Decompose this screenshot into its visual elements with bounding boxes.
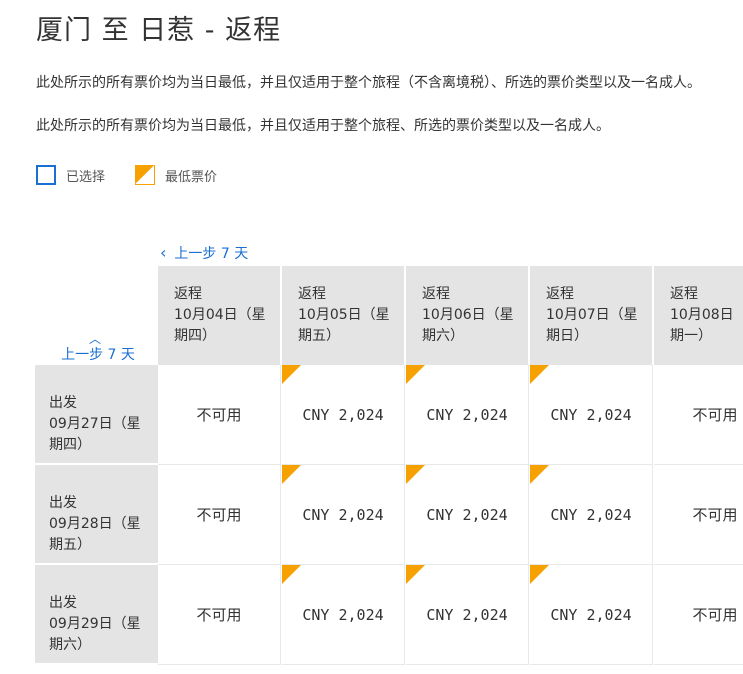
fare-cell: 不可用 (654, 565, 743, 665)
fare-cell-text: 不可用 (692, 406, 738, 424)
lowest-fare-flag-icon (406, 365, 425, 384)
lowest-fare-flag-icon (530, 365, 549, 384)
fare-cell-lowest[interactable]: CNY 2,024 (530, 465, 653, 565)
chevron-left-icon: ‹ (160, 243, 167, 262)
depart-date-header[interactable]: 出发 09月29日（星期六） (35, 565, 158, 664)
lowest-fare-flag-icon (530, 565, 549, 584)
return-header-date: 10月05日（星期五） (298, 307, 390, 344)
fare-cell-lowest[interactable]: CNY 2,024 (406, 365, 529, 465)
selected-legend-label: 已选择 (66, 169, 106, 185)
fare-cell-text: CNY 2,024 (426, 405, 508, 424)
return-date-header[interactable]: 返程 10月05日（星期五） (282, 266, 405, 365)
return-header-label: 返程 (174, 286, 202, 302)
depart-header-date: 09月29日（星期六） (49, 616, 141, 653)
fare-cell-lowest[interactable]: CNY 2,024 (282, 365, 405, 465)
page-title: 厦门 至 日惹 - 返程 (36, 15, 282, 46)
depart-date-header[interactable]: 出发 09月27日（星期四） (35, 365, 158, 464)
depart-header-label: 出发 (49, 595, 77, 611)
lowest-fare-flag-icon (282, 465, 301, 484)
depart-header-date: 09月28日（星期五） (49, 516, 141, 553)
fare-cell-lowest[interactable]: CNY 2,024 (406, 465, 529, 565)
fare-cell-lowest[interactable]: CNY 2,024 (406, 565, 529, 665)
fare-cell: 不可用 (654, 365, 743, 465)
lowest-fare-legend-label: 最低票价 (165, 169, 218, 185)
return-header-label: 返程 (422, 286, 450, 302)
fare-cell-text: CNY 2,024 (302, 405, 384, 424)
prev-7-days-return-label: 上一步 7 天 (174, 246, 249, 262)
return-date-header[interactable]: 返程 10月07日（星期日） (530, 266, 653, 365)
return-header-label: 返程 (546, 286, 574, 302)
fare-cell-lowest[interactable]: CNY 2,024 (530, 565, 653, 665)
fare-cell-text: CNY 2,024 (550, 505, 632, 524)
return-header-date: 10月08日（星期一） (670, 307, 743, 344)
depart-date-header[interactable]: 出发 09月28日（星期五） (35, 465, 158, 564)
return-header-label: 返程 (298, 286, 326, 302)
return-date-header[interactable]: 返程 10月06日（星期六） (406, 266, 529, 365)
lowest-fare-legend-icon (135, 165, 156, 185)
depart-header-label: 出发 (49, 495, 77, 511)
fare-calendar-page: 厦门 至 日惹 - 返程 此处所示的所有票价均为当日最低，并且仅适用于整个旅程（… (0, 0, 743, 674)
fare-cell: 不可用 (158, 465, 281, 565)
return-header-date: 10月06日（星期六） (422, 307, 514, 344)
return-date-header[interactable]: 返程 10月08日（星期一） (654, 266, 743, 365)
legend: 已选择 最低票价 (36, 164, 247, 186)
lowest-fare-flag-icon (406, 565, 425, 584)
grid-corner (35, 266, 158, 365)
fare-cell-lowest[interactable]: CNY 2,024 (282, 565, 405, 665)
depart-header-label: 出发 (49, 395, 77, 411)
lowest-fare-flag-icon (282, 365, 301, 384)
selected-legend-icon (36, 165, 56, 185)
fare-cell-lowest[interactable]: CNY 2,024 (530, 365, 653, 465)
fare-cell: 不可用 (158, 365, 281, 465)
fare-cell-text: 不可用 (692, 506, 738, 524)
return-header-date: 10月07日（星期日） (546, 307, 638, 344)
return-date-header[interactable]: 返程 10月04日（星期四） (158, 266, 281, 365)
fare-cell: 不可用 (654, 465, 743, 565)
lowest-fare-flag-icon (406, 465, 425, 484)
depart-header-date: 09月27日（星期四） (49, 416, 141, 453)
fare-cell: 不可用 (158, 565, 281, 665)
return-header-date: 10月04日（星期四） (174, 307, 266, 344)
fare-note: 此处所示的所有票价均为当日最低，并且仅适用于整个旅程、所选的票价类型以及一名成人… (36, 118, 610, 134)
fare-cell-text: CNY 2,024 (302, 605, 384, 624)
fare-cell-text: 不可用 (196, 406, 242, 424)
fare-cell-text: CNY 2,024 (426, 505, 508, 524)
fare-cell-text: CNY 2,024 (550, 605, 632, 624)
fare-cell-text: 不可用 (692, 606, 738, 624)
prev-7-days-return-link[interactable]: ‹ 上一步 7 天 (160, 243, 248, 263)
fare-cell-lowest[interactable]: CNY 2,024 (282, 465, 405, 565)
lowest-fare-flag-icon (530, 465, 549, 484)
fare-cell-text: 不可用 (196, 606, 242, 624)
fare-cell-text: CNY 2,024 (426, 605, 508, 624)
fare-cell-text: CNY 2,024 (550, 405, 632, 424)
fare-cell-text: 不可用 (196, 506, 242, 524)
return-header-label: 返程 (670, 286, 698, 302)
fare-cell-text: CNY 2,024 (302, 505, 384, 524)
lowest-fare-flag-icon (282, 565, 301, 584)
fare-note-with-tax: 此处所示的所有票价均为当日最低，并且仅适用于整个旅程（不含离境税）、所选的票价类… (36, 75, 701, 91)
